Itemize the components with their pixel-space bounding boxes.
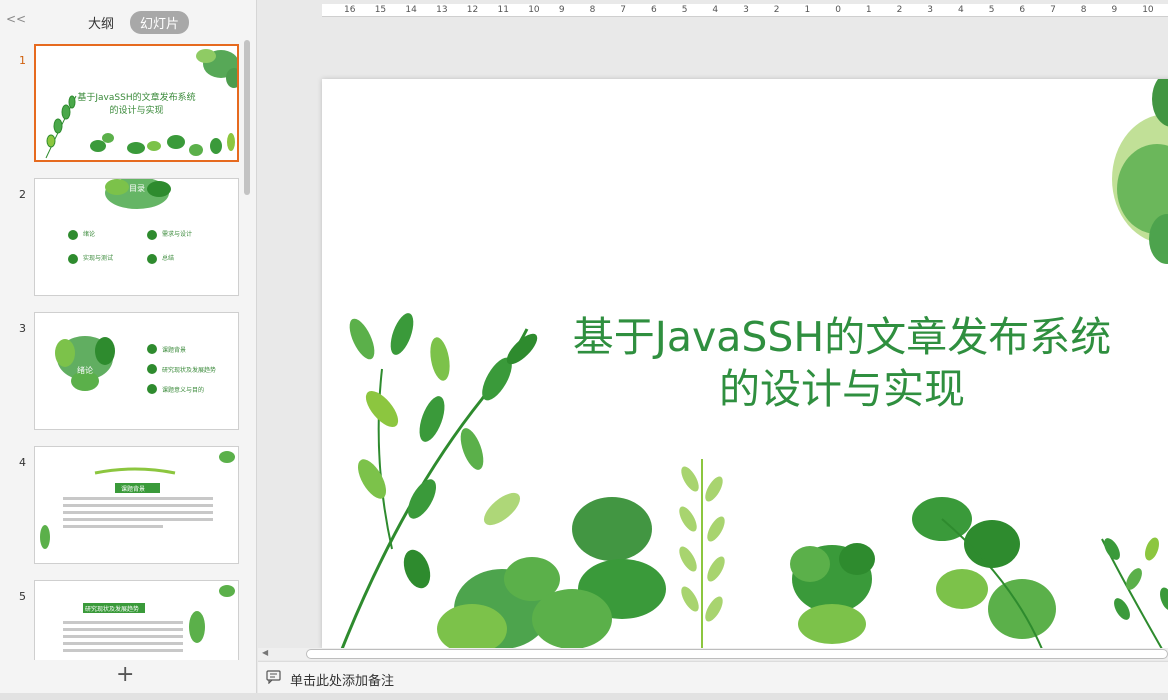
ruler-tick-label: 5 xyxy=(988,5,995,15)
thumbnail-heading: 目录 xyxy=(129,184,145,193)
slide-thumbnail-4[interactable]: 课题背景 xyxy=(34,446,239,564)
ruler-tick-label: 3 xyxy=(743,5,749,15)
ruler-tick-label: 8 xyxy=(1080,5,1087,15)
slide-thumbnail-row-2: 2 目录 绪论 需求与设计 实现与测试 总结 xyxy=(0,178,244,298)
notes-bar[interactable]: 单击此处添加备注 xyxy=(258,661,1168,693)
thumbnail-title: 基于JavaSSH的文章发布系统 的设计与实现 xyxy=(36,92,237,118)
ruler-tick-label: 5 xyxy=(681,5,688,15)
ruler-tick-label: 4 xyxy=(958,5,964,15)
slide-panel: << 大纲 幻灯片 1 基于JavaSSH的文章发布系统 的设计与实现 2 目录… xyxy=(0,0,257,700)
slide-title[interactable]: 基于JavaSSH的文章发布系统 的设计与实现 xyxy=(522,311,1162,415)
toc-item: 总结 xyxy=(162,255,175,262)
ruler-tick-label: 10 xyxy=(1142,5,1154,15)
ruler-tick-label: 4 xyxy=(712,5,719,15)
ruler-tick-label: 16 xyxy=(344,5,356,15)
slide-thumbnail-3[interactable]: 绪论 课题背景 研究现状及发展趋势 课题意义与目的 xyxy=(34,312,239,430)
outline-item: 课题背景 xyxy=(162,347,187,354)
ruler-tick-label: 9 xyxy=(558,5,565,15)
thumbnail-title-line-2: 的设计与实现 xyxy=(109,106,164,116)
collapse-panel-icon[interactable]: << xyxy=(6,12,26,26)
slide-thumbnail-list: 1 基于JavaSSH的文章发布系统 的设计与实现 2 目录 绪论 需求与设计 … xyxy=(0,40,244,660)
ruler-tick-label: 7 xyxy=(1050,5,1056,15)
slide-title-line-2: 的设计与实现 xyxy=(719,365,965,413)
notes-placeholder[interactable]: 单击此处添加备注 xyxy=(290,670,394,689)
ruler-tick-label: 9 xyxy=(1111,5,1118,15)
ruler-tick-label: 1 xyxy=(804,5,811,15)
leaf-decoration-icon xyxy=(40,451,235,549)
slide-number: 5 xyxy=(19,590,26,603)
ruler-tick-label: 8 xyxy=(589,5,596,15)
horizontal-scrollbar-thumb[interactable] xyxy=(306,649,1168,659)
thumbnail-heading: 研究现状及发展趋势 xyxy=(85,606,140,613)
ruler-tick-label: 7 xyxy=(620,5,627,15)
horizontal-ruler: 161514131211109876543210123456789101112 xyxy=(322,4,1168,17)
thumbnail-heading: 绪论 xyxy=(77,366,93,375)
thumbnail-scrollbar[interactable] xyxy=(244,40,250,195)
comment-icon xyxy=(266,670,281,684)
tab-outline[interactable]: 大纲 xyxy=(78,11,124,34)
slide-thumbnail-1[interactable]: 基于JavaSSH的文章发布系统 的设计与实现 xyxy=(34,44,239,162)
outline-item: 课题意义与目的 xyxy=(162,387,205,394)
slide-number: 1 xyxy=(19,54,26,67)
panel-tabs: 大纲 幻灯片 xyxy=(78,11,190,34)
ruler-tick-label: 2 xyxy=(773,5,780,15)
toc-item: 实现与测试 xyxy=(83,255,114,262)
scroll-left-icon[interactable]: ◀ xyxy=(262,648,268,657)
ruler-tick-label: 6 xyxy=(651,5,657,15)
slide-number: 2 xyxy=(19,188,26,201)
slide-thumbnail-row-4: 4 课题背景 xyxy=(0,446,244,566)
leaf-decoration-icon xyxy=(68,179,171,264)
ruler-tick-label: 0 xyxy=(835,5,841,15)
outline-item: 研究现状及发展趋势 xyxy=(162,367,217,374)
ruler-tick-label: 11 xyxy=(497,5,509,15)
slide-thumbnail-5[interactable]: 研究现状及发展趋势 xyxy=(34,580,239,660)
status-bar xyxy=(0,693,1168,700)
slide-thumbnail-row-3: 3 绪论 课题背景 研究现状及发展趋势 课题意义与目的 xyxy=(0,312,244,432)
ruler-tick-label: 12 xyxy=(466,5,479,15)
ruler-tick-label: 1 xyxy=(865,5,872,15)
tab-slides[interactable]: 幻灯片 xyxy=(130,11,190,34)
toc-item: 绪论 xyxy=(83,231,96,238)
slide-number: 4 xyxy=(19,456,26,469)
ruler-tick-label: 6 xyxy=(1019,5,1026,15)
slide-title-line-1: 基于JavaSSH的文章发布系统 xyxy=(572,313,1112,361)
thumbnail-title-line-1: 基于JavaSSH的文章发布系统 xyxy=(77,93,196,103)
slide-thumbnail-2[interactable]: 目录 绪论 需求与设计 实现与测试 总结 xyxy=(34,178,239,296)
thumbnail-heading: 课题背景 xyxy=(121,486,146,493)
leaf-decoration-icon xyxy=(63,585,235,652)
slide-number: 3 xyxy=(19,322,26,335)
toc-item: 需求与设计 xyxy=(162,231,193,238)
ruler-tick-label: 15 xyxy=(374,5,387,15)
add-slide-icon[interactable]: + xyxy=(116,664,134,686)
ruler-tick-label: 14 xyxy=(405,5,417,15)
ruler-tick-label: 2 xyxy=(896,5,903,15)
slide-canvas[interactable]: 基于JavaSSH的文章发布系统 的设计与实现 xyxy=(322,79,1168,649)
ruler-tick-label: 3 xyxy=(927,5,934,15)
slide-thumbnail-row-5: 5 研究现状及发展趋势 xyxy=(0,580,244,660)
presentation-app: << 大纲 幻灯片 1 基于JavaSSH的文章发布系统 的设计与实现 2 目录… xyxy=(0,0,1168,700)
ruler-tick-label: 10 xyxy=(528,5,540,15)
ruler-tick-label: 13 xyxy=(436,5,448,15)
slide-thumbnail-row-1: 1 基于JavaSSH的文章发布系统 的设计与实现 xyxy=(0,44,244,164)
